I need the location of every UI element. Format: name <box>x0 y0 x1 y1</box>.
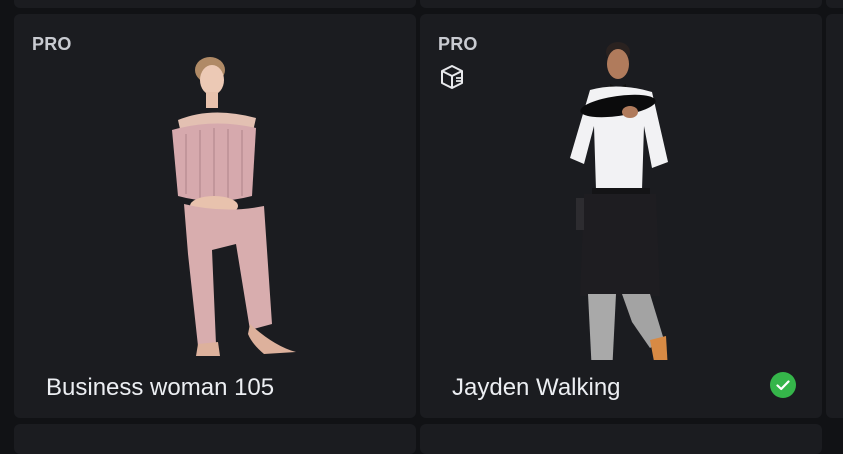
card-top-far-right-partial <box>826 0 843 8</box>
woman-sitting-thumbnail <box>172 57 296 356</box>
asset-card-jayden-walking[interactable]: PRO Jayden Walking <box>420 14 822 418</box>
card-right-partial <box>826 14 843 418</box>
waiter-walking-thumbnail <box>570 42 668 360</box>
card-bottom-left-partial <box>14 424 416 454</box>
check-circle-icon <box>770 372 796 398</box>
asset-title: Business woman 105 <box>46 374 275 401</box>
card-bottom-right-partial <box>420 424 822 454</box>
asset-card-business-woman[interactable]: PRO Business woman 105 <box>14 14 416 418</box>
3d-box-icon <box>441 65 463 89</box>
pro-badge: PRO <box>32 34 72 54</box>
asset-title: Jayden Walking <box>452 374 621 401</box>
pro-badge: PRO <box>438 34 478 54</box>
card-top-left-partial <box>14 0 416 8</box>
card-top-right-partial <box>420 0 822 8</box>
